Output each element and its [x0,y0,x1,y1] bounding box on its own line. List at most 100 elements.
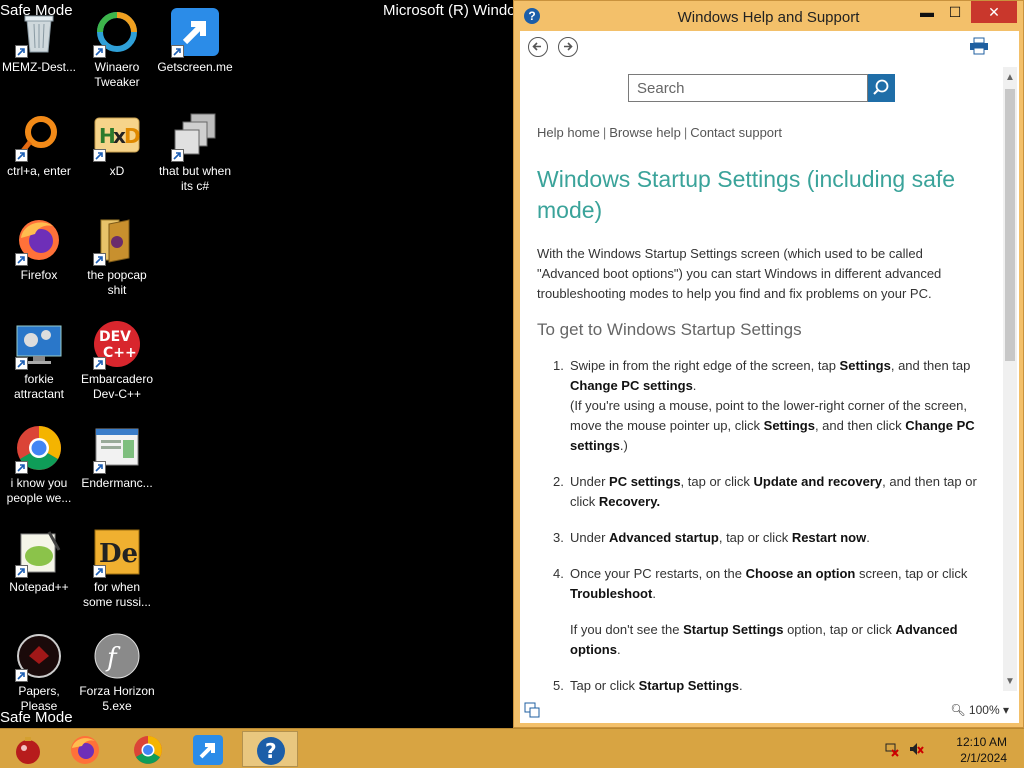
help-client-area: Search Help home | Browse help | Contact sup… [520,31,1019,723]
desktop-icon-xd[interactable]: HxD xD [78,112,156,179]
step-item: 4. Once your PC restarts, on the Choose … [537,564,987,660]
ring-icon [15,112,63,162]
clock-date: 2/1/2024 [960,751,1007,765]
desktop-icon-winaero[interactable]: Winaero Tweaker [78,8,156,90]
desktop-icon-label: the popcap shit [87,268,147,297]
papers-please-icon [15,632,63,682]
desktop-icon-label: Papers, Please [18,684,60,713]
folder-icon [93,216,141,266]
svg-text:DEV: DEV [99,329,131,345]
steps-list: 1. Swipe in from the right edge of the s… [537,356,987,696]
desktop-icon-csharp[interactable]: that but when its c# [156,112,234,194]
help-article: Help home | Browse help | Contact support Wi… [537,123,987,712]
desktop-icon-label: Endermanc... [81,476,153,490]
desktop-icon-devcpp[interactable]: DEV C++ Embarcadero Dev-C++ [78,320,156,402]
svg-text:D: D [124,124,141,148]
desktop-icon-label: xD [109,164,125,178]
scrollbar-thumb[interactable] [1005,89,1015,361]
search-button[interactable] [868,74,895,102]
taskbar-getscreen[interactable] [180,731,236,767]
desktop-icon-popcap[interactable]: the popcap shit [78,216,156,298]
desktop-icon-label: Notepad++ [9,580,69,594]
zoom-icon: 🔍︎ [950,703,966,717]
getscreen-icon [193,735,223,765]
flash-icon: f [93,632,141,680]
desktop-icon-de[interactable]: De for when some russi... [78,528,156,610]
help-window: ? Windows Help and Support ▬ ☐ ✕ Search … [513,0,1024,728]
help-links: Help home | Browse help | Contact support [537,125,782,140]
chrome-icon [134,736,162,764]
firefox-icon [15,216,63,266]
network-icon[interactable] [884,741,900,757]
winaero-icon [93,8,141,58]
volume-icon[interactable] [908,741,924,757]
zoom-level: 100% [968,703,1000,717]
taskbar-ornament[interactable] [0,731,56,767]
desktop-icon-getscreen[interactable]: Getscreen.me [156,8,234,75]
search-input[interactable]: Search [628,74,868,102]
maximize-button[interactable]: ☐ [941,1,969,23]
help-window-titlebar[interactable]: ? Windows Help and Support ▬ ☐ ✕ [514,1,1023,31]
minimize-button[interactable]: ▬ [913,1,941,23]
desktop-icon-label: that but when its c# [158,164,232,193]
desktop-icon-label: ctrl+a, enter [7,164,71,178]
shortcut-arrow-icon [93,461,106,474]
scroll-down-arrow-icon[interactable]: ▼ [1003,675,1017,689]
chevron-down-icon: ▾ [1002,703,1009,717]
contact-support-link[interactable]: Contact support [690,125,782,140]
shortcut-arrow-icon [93,565,106,578]
devcpp-icon: DEV C++ [93,320,141,370]
search-icon [873,79,889,95]
desktop-icon-label: Getscreen.me [157,60,233,74]
desktop-icon-notepadpp[interactable]: Notepad++ [0,528,78,595]
arrow-left-icon [532,42,541,51]
step-item: 3. Under Advanced startup, tap or click … [553,530,870,545]
vertical-scrollbar[interactable]: ▲ ▼ [1003,67,1017,691]
taskbar-chrome[interactable] [120,731,176,767]
step-item: 2. Under PC settings, tap or click Updat… [553,474,977,509]
section-heading: To get to Windows Startup Settings [537,320,802,339]
shortcut-arrow-icon [171,149,184,162]
step-item: 5. Tap or click Startup Settings. [553,678,743,693]
layout-toggle-icon[interactable] [524,702,540,718]
back-button[interactable] [528,37,548,57]
shortcut-arrow-icon [93,253,106,266]
close-button[interactable]: ✕ [971,1,1017,23]
notepadpp-icon [15,528,63,578]
clock[interactable]: 12:10 AM 2/1/2024 [956,734,1007,766]
hxd-icon: HxD [93,112,141,162]
browse-help-link[interactable]: Browse help [609,125,681,140]
desktop-icon-label: MEMZ-Dest... [2,60,76,74]
shortcut-arrow-icon [15,565,28,578]
printer-icon [970,37,988,55]
stacked-windows-icon [171,112,219,162]
forward-button[interactable] [558,37,578,57]
shortcut-arrow-icon [15,45,28,58]
desktop-icon-memz[interactable]: MEMZ-Dest... [0,8,78,75]
desktop-icon-firefox[interactable]: Firefox [0,216,78,283]
taskbar-help[interactable]: ? [242,731,298,767]
chrome-icon [15,424,63,474]
help-home-link[interactable]: Help home [537,125,600,140]
desktop-icon-label: Winaero Tweaker [94,60,140,89]
desktop-icon-ctrl-a-enter[interactable]: ctrl+a, enter [0,112,78,179]
de-icon: De [93,528,141,578]
taskbar-firefox[interactable] [57,731,113,767]
getscreen-icon [171,8,219,58]
shortcut-arrow-icon [15,357,28,370]
desktop-icon-papers-please[interactable]: Papers, Please [0,632,78,714]
zoom-control[interactable]: 🔍︎ 100% ▾ [950,703,1009,717]
monitor-gear-icon [15,320,63,370]
desktop-icon-forza[interactable]: f Forza Horizon 5.exe [78,632,156,714]
help-icon: ? [257,737,285,765]
step-note: If you don't see the Startup Settings op… [570,622,958,657]
desktop-icon-chrome[interactable]: i know you people we... [0,424,78,506]
desktop-icon-forkie[interactable]: forkie attractant [0,320,78,402]
print-button[interactable] [969,37,989,55]
shortcut-arrow-icon [171,45,184,58]
shortcut-arrow-icon [93,357,106,370]
svg-text:C++: C++ [103,345,137,361]
scroll-up-arrow-icon[interactable]: ▲ [1003,71,1017,85]
desktop-icon-endermanch[interactable]: Endermanc... [78,424,156,491]
desktop-icon-label: forkie attractant [13,372,65,401]
